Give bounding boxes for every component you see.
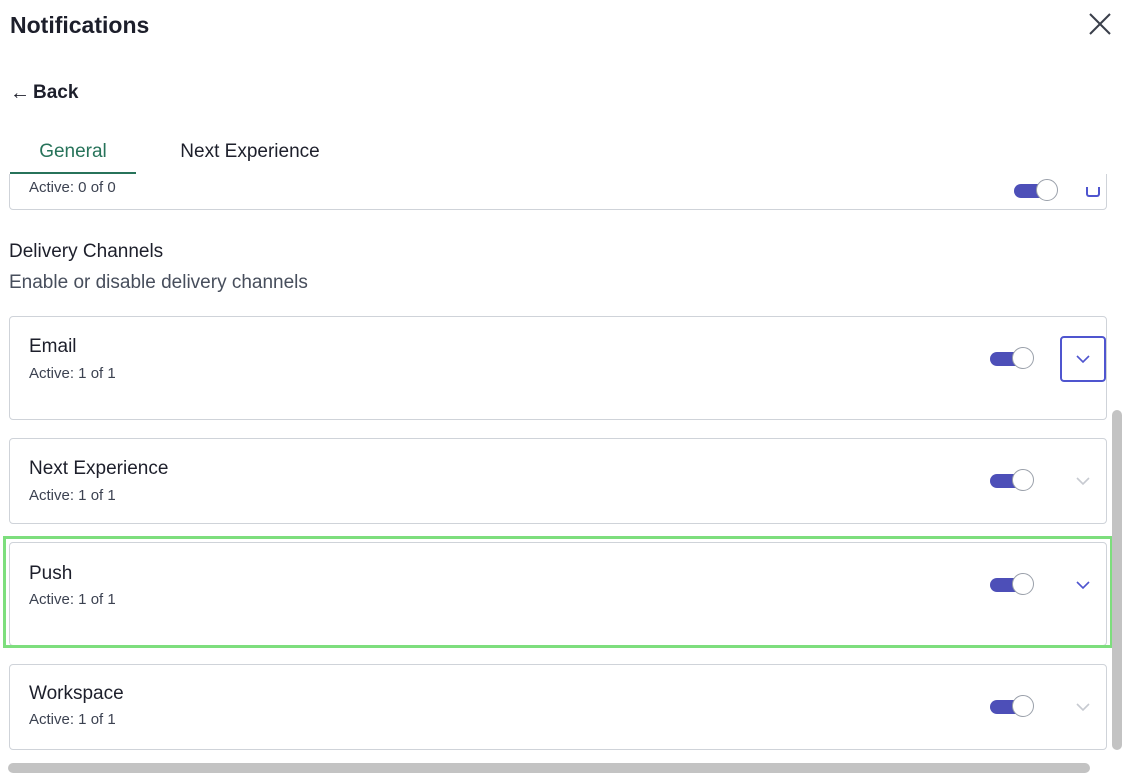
channel-status: Active: 1 of 1 [29, 591, 116, 608]
expand-button-workspace [1060, 684, 1106, 730]
channel-card-email: Email Active: 1 of 1 [9, 316, 1107, 420]
channel-name: Next Experience [29, 458, 169, 479]
tab-next-experience[interactable]: Next Experience [160, 132, 340, 172]
toggle-knob [1012, 347, 1034, 369]
partial-card-status: Active: 0 of 0 [29, 179, 116, 196]
section-subtitle: Enable or disable delivery channels [9, 272, 308, 293]
panel-title: Notifications [10, 12, 150, 38]
section-title: Delivery Channels [9, 241, 164, 262]
back-arrow-icon: ← [10, 81, 30, 104]
expand-button-push[interactable] [1060, 562, 1106, 608]
chevron-down-icon [1076, 477, 1090, 486]
channel-name: Email [29, 336, 77, 357]
close-icon [1089, 13, 1111, 35]
expand-button-next-experience [1060, 458, 1106, 504]
toggle-knob [1012, 573, 1034, 595]
partial-card-expand-button[interactable] [1086, 187, 1100, 197]
channel-card-workspace: Workspace Active: 1 of 1 [9, 664, 1107, 750]
back-label: Back [33, 82, 79, 103]
panel-header: Notifications [10, 8, 1114, 44]
vertical-scrollbar[interactable] [1112, 410, 1122, 750]
channel-status: Active: 1 of 1 [29, 365, 116, 382]
tab-bar: General Next Experience [10, 132, 1110, 175]
channel-status: Active: 1 of 1 [29, 711, 116, 728]
channel-name: Workspace [29, 683, 124, 704]
channel-toggle-push[interactable] [990, 573, 1034, 595]
back-link[interactable]: ← Back [10, 80, 78, 106]
channel-status: Active: 1 of 1 [29, 487, 116, 504]
channel-toggle-email[interactable] [990, 347, 1034, 369]
toggle-knob [1012, 469, 1034, 491]
horizontal-scrollbar[interactable] [8, 763, 1090, 773]
channel-card-next-experience: Next Experience Active: 1 of 1 [9, 438, 1107, 524]
chevron-down-icon [1076, 355, 1090, 364]
toggle-knob [1036, 179, 1058, 201]
settings-scroll-area[interactable]: Active: 0 of 0 Delivery Channels Enable … [0, 174, 1124, 766]
chevron-down-icon [1076, 581, 1090, 590]
channel-toggle-next-experience[interactable] [990, 469, 1034, 491]
chevron-down-icon [1076, 703, 1090, 712]
partial-card-toggle[interactable] [1014, 179, 1058, 201]
expand-button-email[interactable] [1060, 336, 1106, 382]
channel-card-push: Push Active: 1 of 1 [9, 542, 1107, 646]
close-button[interactable] [1086, 10, 1114, 38]
partial-card: Active: 0 of 0 [9, 174, 1107, 210]
toggle-knob [1012, 695, 1034, 717]
tab-general[interactable]: General [10, 132, 136, 172]
channel-toggle-workspace[interactable] [990, 695, 1034, 717]
channel-name: Push [29, 563, 73, 584]
